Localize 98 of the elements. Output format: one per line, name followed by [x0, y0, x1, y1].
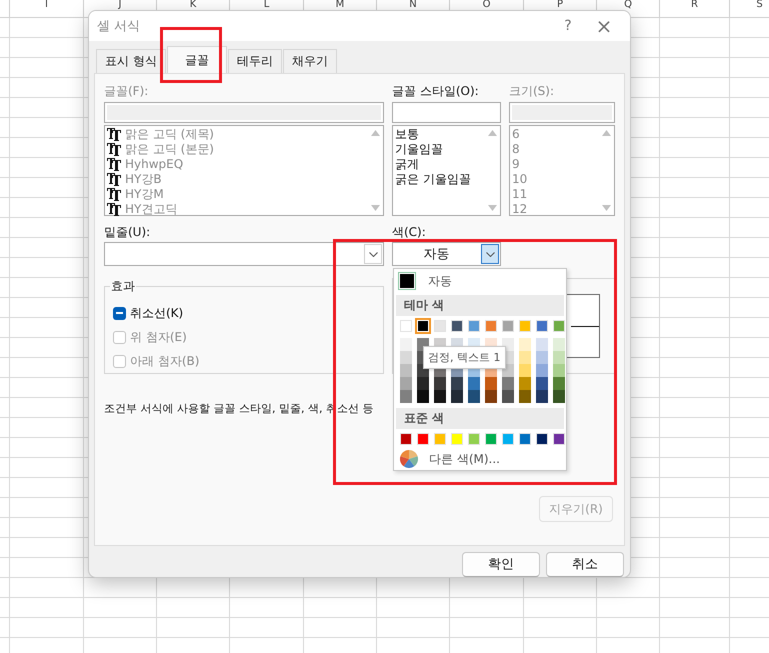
font-type-icon: [107, 158, 122, 171]
color-swatch[interactable]: [417, 390, 429, 403]
font-type-icon: [107, 173, 122, 186]
input-field[interactable]: [392, 102, 501, 123]
font-type-icon: [107, 188, 122, 201]
color-swatch[interactable]: [400, 390, 412, 403]
dialog-button[interactable]: 확인: [462, 552, 540, 576]
color-swatch[interactable]: [400, 320, 412, 332]
font-type-icon: [107, 203, 122, 216]
color-swatch[interactable]: [398, 272, 416, 290]
scroll-down-icon[interactable]: [602, 205, 610, 211]
color-swatch[interactable]: [553, 364, 565, 377]
color-swatch[interactable]: [536, 338, 548, 351]
scroll-up-icon[interactable]: [602, 130, 610, 136]
color-swatch[interactable]: [451, 320, 463, 332]
checkbox[interactable]: 취소선(K): [113, 301, 375, 325]
color-swatch[interactable]: [536, 351, 548, 364]
color-swatch[interactable]: [536, 390, 548, 403]
scroll-down-icon[interactable]: [488, 205, 496, 211]
field-label: 색(C):: [392, 224, 426, 241]
minus-icon: [116, 312, 123, 314]
color-swatch[interactable]: [519, 338, 531, 351]
color-swatch[interactable]: [434, 390, 446, 403]
color-swatch[interactable]: [400, 338, 412, 351]
color-swatch[interactable]: [502, 433, 514, 445]
color-swatch[interactable]: [400, 433, 412, 445]
scroll-up-icon[interactable]: [370, 130, 380, 136]
font-type-icon: [107, 128, 122, 141]
section-header: 테마 색: [396, 295, 564, 316]
list-item[interactable]: 굵은 기울임꼴: [395, 172, 482, 187]
tab[interactable]: 글꼴: [166, 46, 227, 73]
field-label: 크기(S):: [509, 83, 554, 100]
color-swatch[interactable]: [519, 377, 531, 390]
highlight-frame: [160, 27, 222, 83]
underline-dropdown[interactable]: [104, 242, 384, 266]
color-swatch[interactable]: [451, 390, 463, 403]
window-title: 셀 서식: [97, 18, 142, 35]
font-type-icon: [107, 143, 122, 156]
list-item[interactable]: 보통: [395, 127, 482, 142]
color-swatch[interactable]: [502, 390, 514, 403]
color-swatch[interactable]: [519, 351, 531, 364]
color-swatch[interactable]: [519, 390, 531, 403]
color-swatch[interactable]: [468, 390, 480, 403]
color-swatch[interactable]: [553, 351, 565, 364]
color-swatch[interactable]: [536, 433, 548, 445]
color-swatch[interactable]: [485, 390, 497, 403]
color-swatch[interactable]: [536, 320, 548, 332]
section-header: 표준 색: [396, 408, 564, 429]
color-swatch[interactable]: [434, 377, 446, 390]
color-swatch[interactable]: [400, 377, 412, 390]
color-swatch[interactable]: [468, 433, 480, 445]
list-item[interactable]: 굵게: [395, 157, 482, 172]
color-swatch[interactable]: [519, 320, 531, 332]
menu-item[interactable]: 자동: [396, 270, 564, 292]
tab[interactable]: 표시 형식: [96, 49, 166, 73]
color-swatch[interactable]: [553, 390, 565, 403]
color-swatch[interactable]: [485, 433, 497, 445]
color-swatch[interactable]: [553, 433, 565, 445]
color-swatch[interactable]: [434, 433, 446, 445]
color-swatch[interactable]: [502, 320, 514, 332]
color-swatch[interactable]: [485, 377, 497, 390]
color-dropdown[interactable]: 자동: [392, 242, 501, 266]
group-title: 효과: [110, 278, 136, 295]
field-label: 글꼴(F):: [104, 83, 148, 100]
color-swatch[interactable]: [400, 351, 412, 364]
chevron-down-icon: [368, 252, 378, 256]
color-swatch[interactable]: [536, 377, 548, 390]
color-swatch[interactable]: [502, 377, 514, 390]
color-swatch[interactable]: [417, 433, 429, 445]
color-swatch[interactable]: [519, 364, 531, 377]
color-swatch[interactable]: [400, 364, 412, 377]
color-swatch[interactable]: [553, 377, 565, 390]
field-label: 밑줄(U):: [104, 224, 150, 241]
chevron-down-icon: [486, 252, 494, 256]
scroll-down-icon[interactable]: [370, 205, 380, 211]
color-swatch[interactable]: [536, 364, 548, 377]
color-swatch[interactable]: [417, 377, 429, 390]
tab[interactable]: 테두리: [228, 49, 282, 73]
color-swatch[interactable]: [553, 338, 565, 351]
color-swatch[interactable]: [468, 320, 480, 332]
list-item[interactable]: 기울임꼴: [395, 142, 482, 157]
column-header[interactable]: I: [10, 0, 84, 18]
color-swatch[interactable]: [434, 320, 446, 332]
color-swatch[interactable]: [553, 320, 565, 332]
color-swatch[interactable]: [451, 433, 463, 445]
color-swatch[interactable]: [451, 377, 463, 390]
color-wheel-icon: [400, 450, 418, 468]
dialog-button[interactable]: 취소: [546, 552, 624, 576]
field-label: 글꼴 스타일(O):: [392, 83, 479, 100]
list-box[interactable]: 보통 기울임꼴 굵게 굵은 기울임꼴: [392, 125, 501, 216]
scroll-up-icon[interactable]: [488, 130, 496, 136]
column-header[interactable]: R: [660, 0, 730, 18]
color-swatch[interactable]: [468, 377, 480, 390]
tab[interactable]: 채우기: [282, 49, 337, 73]
menu-item[interactable]: 다른 색(M)...: [396, 445, 564, 468]
tooltip: 검정, 텍스트 1: [423, 346, 506, 369]
color-swatch[interactable]: [519, 433, 531, 445]
color-swatch[interactable]: [485, 320, 497, 332]
